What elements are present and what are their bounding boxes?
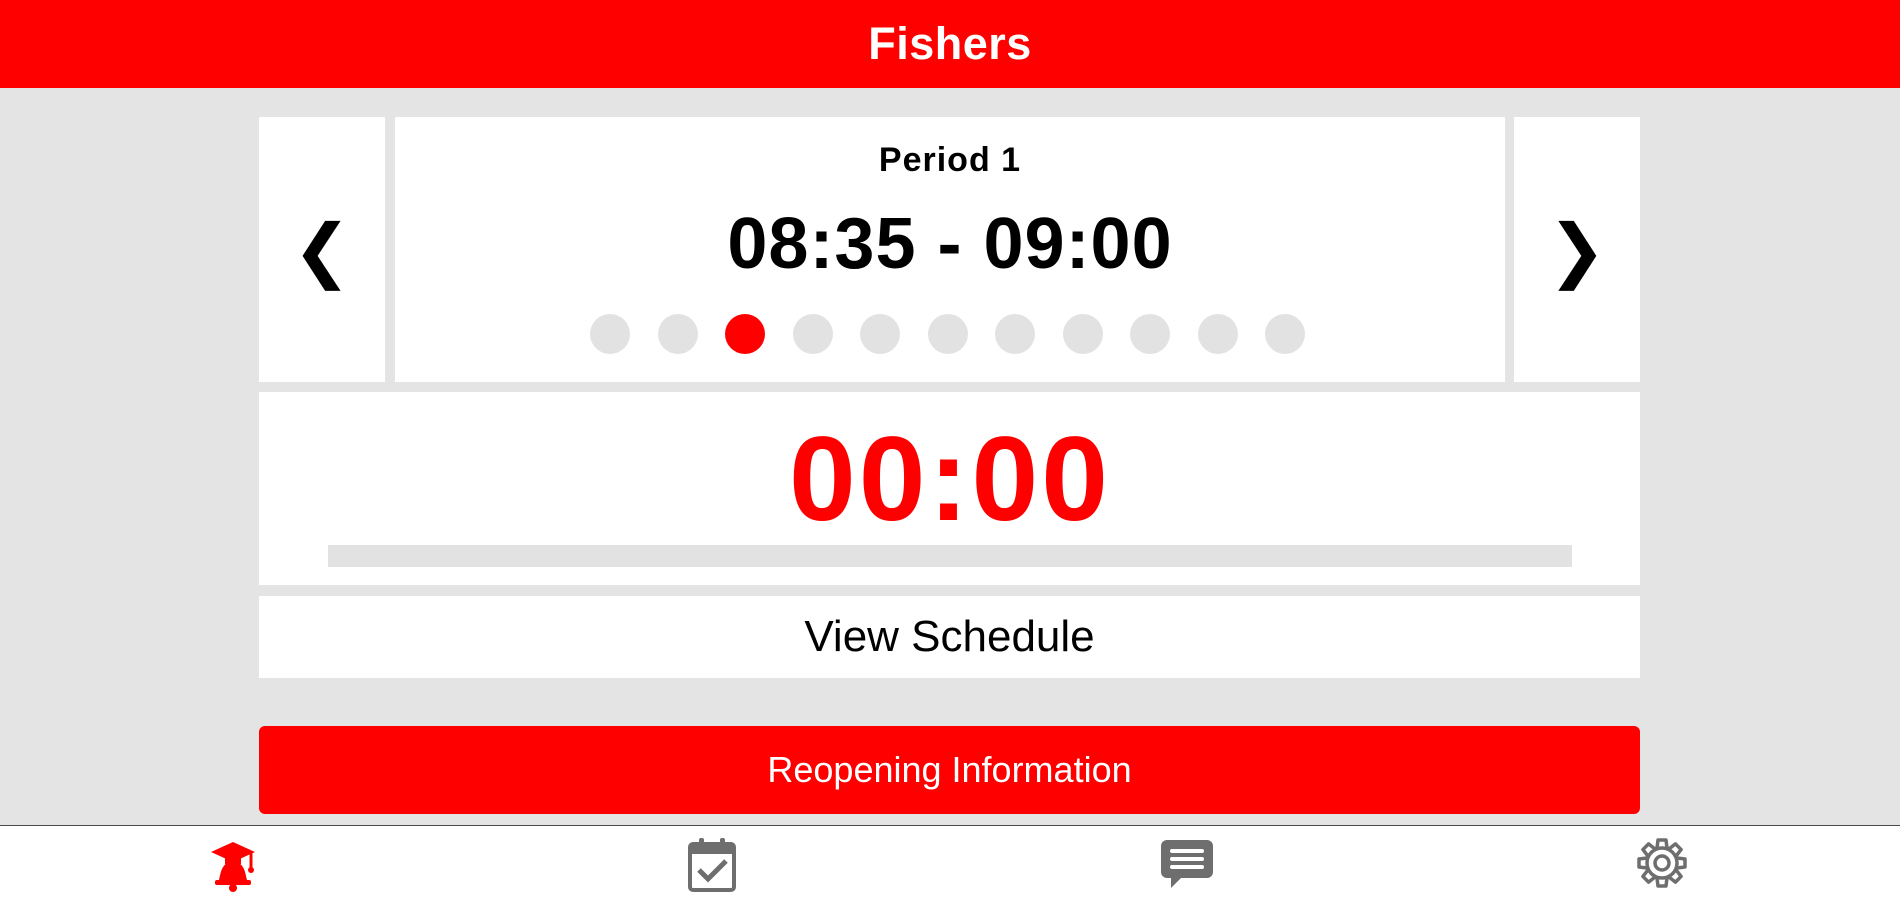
countdown-timer: 00:00 bbox=[789, 412, 1111, 546]
view-schedule-button[interactable]: View Schedule bbox=[259, 596, 1640, 678]
calendar-check-icon bbox=[688, 838, 736, 892]
tab-messages[interactable] bbox=[1157, 836, 1217, 896]
period-progress-bar bbox=[328, 545, 1572, 567]
tab-calendar[interactable] bbox=[682, 836, 742, 896]
chat-bubble-icon bbox=[1161, 840, 1213, 888]
period-page-dot[interactable] bbox=[657, 314, 698, 354]
period-page-dot[interactable] bbox=[725, 314, 765, 354]
reopening-information-button[interactable]: Reopening Information bbox=[259, 726, 1640, 814]
period-page-indicator bbox=[590, 314, 1333, 354]
bottom-tab-bar bbox=[0, 825, 1900, 901]
period-page-dot[interactable] bbox=[860, 314, 900, 354]
app-header: Fishers bbox=[0, 0, 1900, 88]
view-schedule-label: View Schedule bbox=[804, 612, 1095, 661]
period-page-dot[interactable] bbox=[995, 314, 1035, 354]
next-period-button[interactable]: ❯ bbox=[1514, 117, 1640, 382]
period-page-dot[interactable] bbox=[792, 314, 833, 354]
period-page-dot[interactable] bbox=[590, 314, 630, 354]
school-title: Fishers bbox=[868, 18, 1032, 69]
chevron-right-icon: ❯ bbox=[1547, 210, 1607, 289]
period-page-dot[interactable] bbox=[1130, 314, 1170, 354]
tab-settings[interactable] bbox=[1632, 836, 1692, 896]
period-page-dot[interactable] bbox=[1197, 314, 1238, 354]
gear-icon bbox=[1637, 838, 1687, 888]
period-page-dot[interactable] bbox=[1265, 314, 1305, 354]
tab-bell-schedule[interactable] bbox=[207, 836, 267, 896]
school-bell-icon bbox=[211, 842, 255, 892]
reopening-information-label: Reopening Information bbox=[767, 749, 1132, 790]
period-page-dot[interactable] bbox=[927, 314, 968, 354]
period-page-dot[interactable] bbox=[1062, 314, 1103, 354]
